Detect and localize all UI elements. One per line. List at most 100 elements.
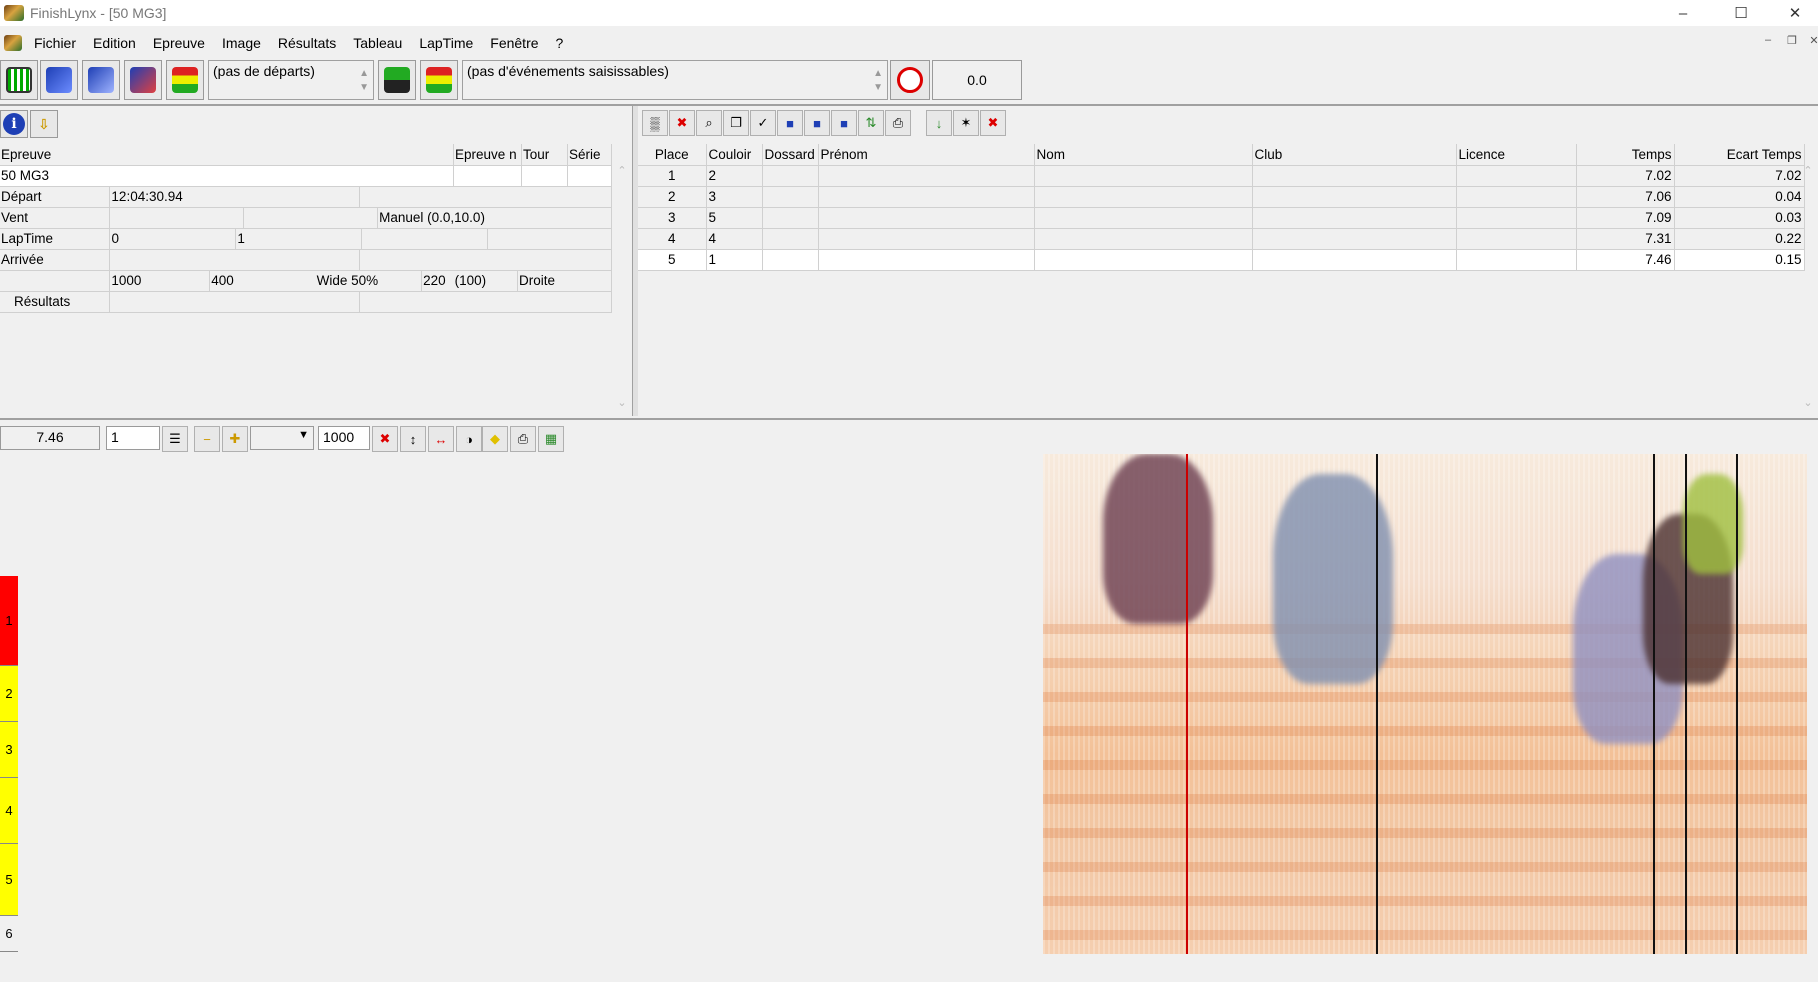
save-event-button[interactable] [124, 60, 162, 100]
header-dossard[interactable]: Dossard [762, 144, 819, 166]
table-row[interactable]: 4 4 7.31 0.22 [638, 228, 1805, 250]
dossard-cell[interactable] [762, 207, 819, 229]
grid-button[interactable]: ▦ [538, 426, 564, 452]
event-name-field[interactable]: 50 MG3 [0, 165, 455, 187]
split-button[interactable]: ✶ [953, 110, 979, 136]
mdi-restore-button[interactable]: ❐ [1784, 34, 1800, 47]
panel-separator[interactable] [0, 418, 1818, 420]
dossard-cell[interactable] [762, 165, 819, 187]
settings-button[interactable]: ☰ [162, 426, 188, 452]
couloir-cell[interactable]: 2 [706, 165, 763, 187]
distance-value-c[interactable]: 220 [421, 270, 454, 292]
no-wind-button[interactable] [890, 60, 930, 100]
dossard-cell[interactable] [762, 186, 819, 208]
scroll-down-icon[interactable]: ⌄ [614, 396, 630, 409]
nom-cell[interactable] [1034, 228, 1253, 250]
sort-button[interactable]: ⇅ [858, 110, 884, 136]
check-list-button[interactable]: ✓ [750, 110, 776, 136]
maximize-button[interactable]: ☐ [1718, 0, 1764, 26]
place-cell[interactable]: 5 [638, 249, 707, 271]
laptime-value-b[interactable]: 1 [235, 228, 363, 250]
lane-5-marker[interactable]: 5 [0, 844, 18, 916]
distance-value-a[interactable]: 1000 [109, 270, 211, 292]
scroll-up-icon[interactable]: ⌃ [614, 164, 630, 177]
place-cell[interactable]: 1 [638, 165, 707, 187]
zoom-button[interactable]: ⌕ [696, 110, 722, 136]
side-value[interactable]: Droite [517, 270, 612, 292]
menu-laptime[interactable]: LapTime [419, 35, 473, 51]
licence-cell[interactable] [1456, 228, 1577, 250]
prenom-cell[interactable] [818, 207, 1035, 229]
table-row[interactable]: 3 5 7.09 0.03 [638, 207, 1805, 229]
menu-fenetre[interactable]: Fenêtre [490, 35, 538, 51]
header-nom[interactable]: Nom [1034, 144, 1253, 166]
remove-button[interactable]: ✖ [980, 110, 1006, 136]
cursor-line[interactable] [1186, 454, 1188, 954]
header-couloir[interactable]: Couloir [706, 144, 763, 166]
header-ecart-temps[interactable]: Ecart Temps [1674, 144, 1805, 166]
dossard-cell[interactable] [762, 249, 819, 271]
minimize-button[interactable]: – [1660, 0, 1706, 26]
prenom-cell[interactable] [818, 186, 1035, 208]
lane-4-marker[interactable]: 4 [0, 778, 18, 844]
nom-cell[interactable] [1034, 165, 1253, 187]
zoom-in-button[interactable]: ✚ [222, 426, 248, 452]
vent-value[interactable]: Manuel (0.0,10.0) [377, 207, 612, 229]
event-blue-1-button[interactable]: ■ [777, 110, 803, 136]
temps-cell[interactable]: 7.02 [1576, 165, 1675, 187]
header-licence[interactable]: Licence [1456, 144, 1577, 166]
ecart-cell[interactable]: 0.22 [1674, 228, 1805, 250]
contrast-button[interactable]: ◑ [456, 426, 482, 452]
ecart-cell[interactable]: 7.02 [1674, 165, 1805, 187]
prenom-cell[interactable] [818, 228, 1035, 250]
lane-2-marker[interactable]: 2 [0, 666, 18, 722]
capture-button[interactable] [0, 60, 38, 100]
club-cell[interactable] [1252, 249, 1457, 271]
delete-image-button[interactable]: ✖ [372, 426, 398, 452]
distance-value-b[interactable]: 400 [209, 270, 316, 292]
event-blue-2-button[interactable]: ■ [804, 110, 830, 136]
stretch-button[interactable]: ↕ [400, 426, 426, 452]
place-cell[interactable]: 3 [638, 207, 707, 229]
table-row-selected[interactable]: 5 1 7.46 0.15 [638, 249, 1805, 271]
scroll-down-icon[interactable]: ⌄ [1800, 396, 1816, 409]
time-line[interactable] [1653, 454, 1655, 954]
dossard-cell[interactable] [762, 228, 819, 250]
photo-finish-image[interactable] [1043, 454, 1807, 954]
licence-cell[interactable] [1456, 165, 1577, 187]
prenom-cell[interactable] [818, 249, 1035, 271]
distance-value-d[interactable]: (100) [453, 270, 519, 292]
scroll-up-icon[interactable]: ⌃ [1800, 164, 1816, 177]
depart-value[interactable]: 12:04:30.94 [109, 186, 361, 208]
menu-resultats[interactable]: Résultats [278, 35, 336, 51]
temps-cell[interactable]: 7.46 [1576, 249, 1675, 271]
round-field[interactable] [521, 165, 568, 187]
menu-edition[interactable]: Edition [93, 35, 136, 51]
couloir-cell[interactable]: 3 [706, 186, 763, 208]
menu-help[interactable]: ? [556, 35, 564, 51]
print-image-button[interactable]: ⎙ [510, 426, 536, 452]
refresh-event-button[interactable] [82, 60, 120, 100]
header-place[interactable]: Place [638, 144, 707, 166]
spin-arrows-icon[interactable]: ▲ ▼ [873, 67, 883, 95]
nom-cell[interactable] [1034, 249, 1253, 271]
channel-select[interactable]: ▼ [250, 426, 314, 450]
start-list-button[interactable] [378, 60, 416, 100]
document-menu-icon[interactable] [4, 35, 22, 51]
compress-button[interactable]: ↔ [428, 426, 454, 452]
windows-button[interactable]: ❐ [723, 110, 749, 136]
traffic-light-button[interactable] [420, 60, 458, 100]
club-cell[interactable] [1252, 165, 1457, 187]
print-button[interactable]: ⎙ [885, 110, 911, 136]
starts-combo[interactable]: (pas de départs) ▲ ▼ [208, 60, 374, 100]
ecart-cell[interactable]: 0.15 [1674, 249, 1805, 271]
nom-cell[interactable] [1034, 186, 1253, 208]
couloir-cell[interactable]: 4 [706, 228, 763, 250]
accept-button[interactable]: ↓ [926, 110, 952, 136]
licence-cell[interactable] [1456, 249, 1577, 271]
header-temps[interactable]: Temps [1576, 144, 1675, 166]
temps-cell[interactable]: 7.09 [1576, 207, 1675, 229]
event-blue-3-button[interactable]: ■ [831, 110, 857, 136]
heat-field[interactable] [567, 165, 613, 187]
licence-cell[interactable] [1456, 207, 1577, 229]
